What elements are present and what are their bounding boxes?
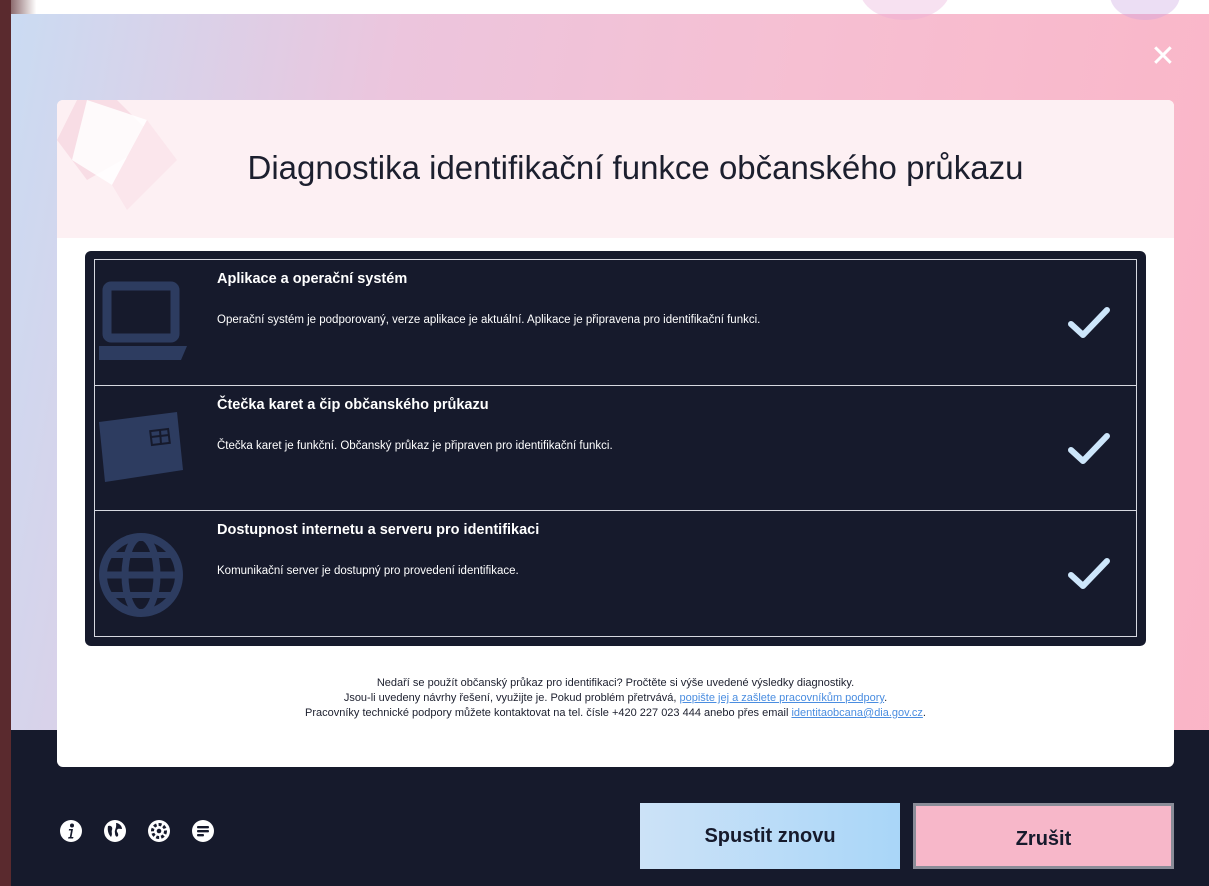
background-decoration: [860, 0, 950, 20]
check-title: Aplikace a operační systém: [217, 271, 408, 287]
check-title: Čtečka karet a čip občanského průkazu: [217, 397, 489, 413]
help-line-2-suffix: .: [884, 692, 888, 704]
globe-icon[interactable]: [103, 819, 127, 843]
check-description: Operační systém je podporovaný, verze ap…: [217, 314, 761, 326]
checks-list: Aplikace a operační systém Operační syst…: [94, 259, 1137, 637]
help-line-3: Pracovníky technické podpory můžete kont…: [57, 706, 1174, 721]
checks-panel: Aplikace a operační systém Operační syst…: [85, 251, 1146, 646]
checkmark-icon: [1068, 433, 1110, 464]
app-window: ✕ Diagnostika identifikační funkce občan…: [0, 0, 1209, 886]
dialog-header: Diagnostika identifikační funkce občansk…: [57, 100, 1174, 238]
dialog-title: Diagnostika identifikační funkce občansk…: [247, 149, 1024, 186]
check-row-internet: Dostupnost internetu a serveru pro ident…: [95, 510, 1136, 635]
check-description: Komunikační server je dostupný pro prove…: [217, 565, 519, 577]
settings-icon[interactable]: [147, 819, 171, 843]
background-decoration: [1110, 0, 1180, 20]
help-line-2: Jsou-li uvedeny návrhy řešení, využijte …: [57, 691, 1174, 706]
check-row-card-reader: Čtečka karet a čip občanského průkazu Čt…: [95, 385, 1136, 510]
check-title: Dostupnost internetu a serveru pro ident…: [217, 522, 540, 538]
close-icon[interactable]: ✕: [1148, 42, 1178, 72]
help-text: Nedaří se použít občanský průkaz pro ide…: [57, 676, 1174, 721]
check-row-application: Aplikace a operační systém Operační syst…: [95, 260, 1136, 384]
globe-icon: [99, 533, 183, 617]
laptop-icon: [99, 281, 187, 360]
cancel-button[interactable]: Zrušit: [913, 803, 1174, 869]
help-line-3-text: Pracovníky technické podpory můžete kont…: [305, 707, 792, 719]
support-email-link[interactable]: identitaobcana@dia.gov.cz: [791, 707, 922, 719]
id-card-icon: [99, 412, 183, 482]
help-line-3-suffix: .: [922, 707, 926, 719]
window-left-edge: [0, 0, 11, 886]
restart-button[interactable]: Spustit znovu: [640, 803, 900, 869]
support-report-link[interactable]: popište jej a zašlete pracovníkům podpor…: [679, 692, 884, 704]
checkmark-icon: [1068, 307, 1110, 338]
window-top-edge: [0, 0, 1209, 14]
checkmark-icon: [1068, 558, 1110, 589]
help-line-1: Nedaří se použít občanský průkaz pro ide…: [376, 677, 855, 689]
check-description: Čtečka karet je funkční. Občanský průkaz…: [217, 440, 613, 452]
info-icon[interactable]: [59, 819, 83, 843]
diagnostics-dialog: Diagnostika identifikační funkce občansk…: [57, 100, 1174, 767]
bottom-toolbar: [59, 819, 215, 843]
feedback-icon[interactable]: [191, 819, 215, 843]
help-line-2-text: Jsou-li uvedeny návrhy řešení, využijte …: [343, 692, 680, 704]
